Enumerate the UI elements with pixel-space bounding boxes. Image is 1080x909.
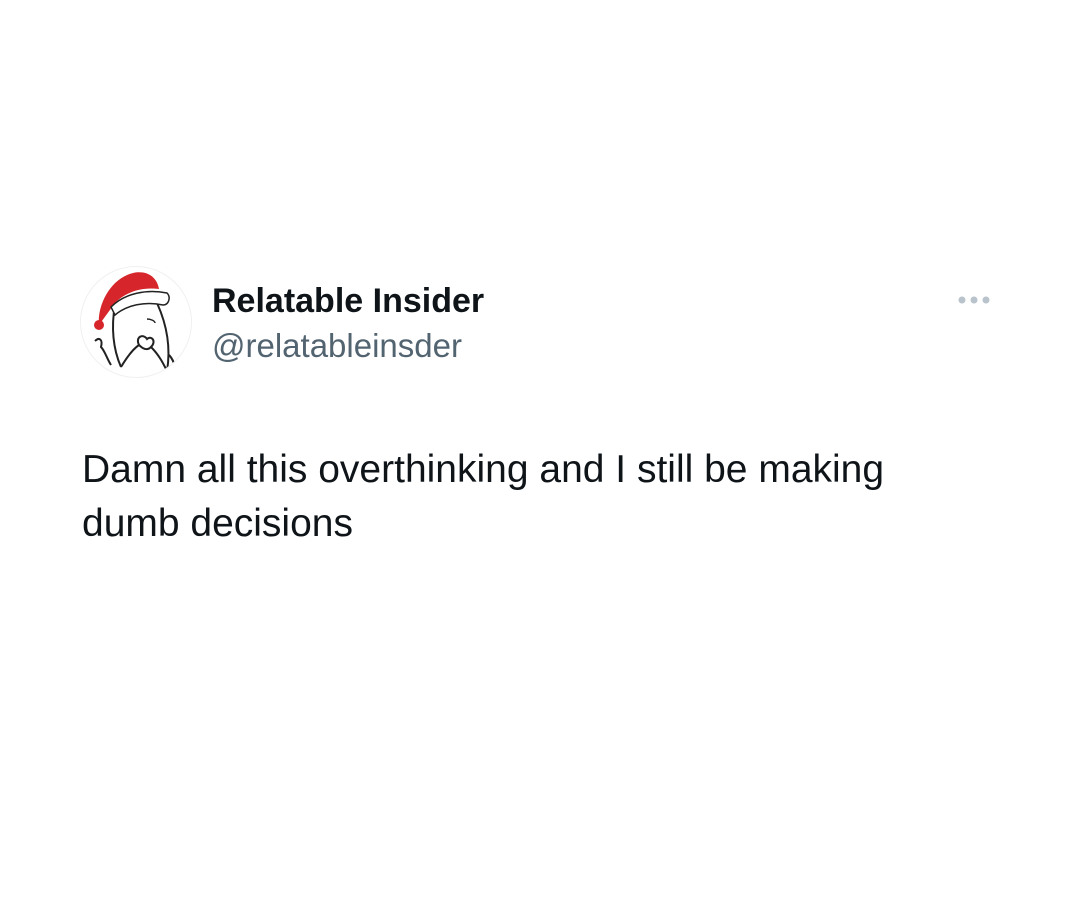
- display-name[interactable]: Relatable Insider: [212, 282, 484, 320]
- tweet-author: Relatable Insider @relatableinsder: [212, 282, 484, 364]
- tweet-card: Relatable Insider @relatableinsder Damn …: [0, 0, 1080, 909]
- more-horizontal-icon: [958, 296, 990, 304]
- more-options-button[interactable]: [952, 286, 996, 314]
- tweet-text: Damn all this overthinking and I still b…: [82, 448, 885, 545]
- santa-character-avatar-icon: [94, 272, 178, 374]
- user-handle[interactable]: @relatableinsder: [212, 328, 484, 364]
- avatar[interactable]: [80, 266, 192, 378]
